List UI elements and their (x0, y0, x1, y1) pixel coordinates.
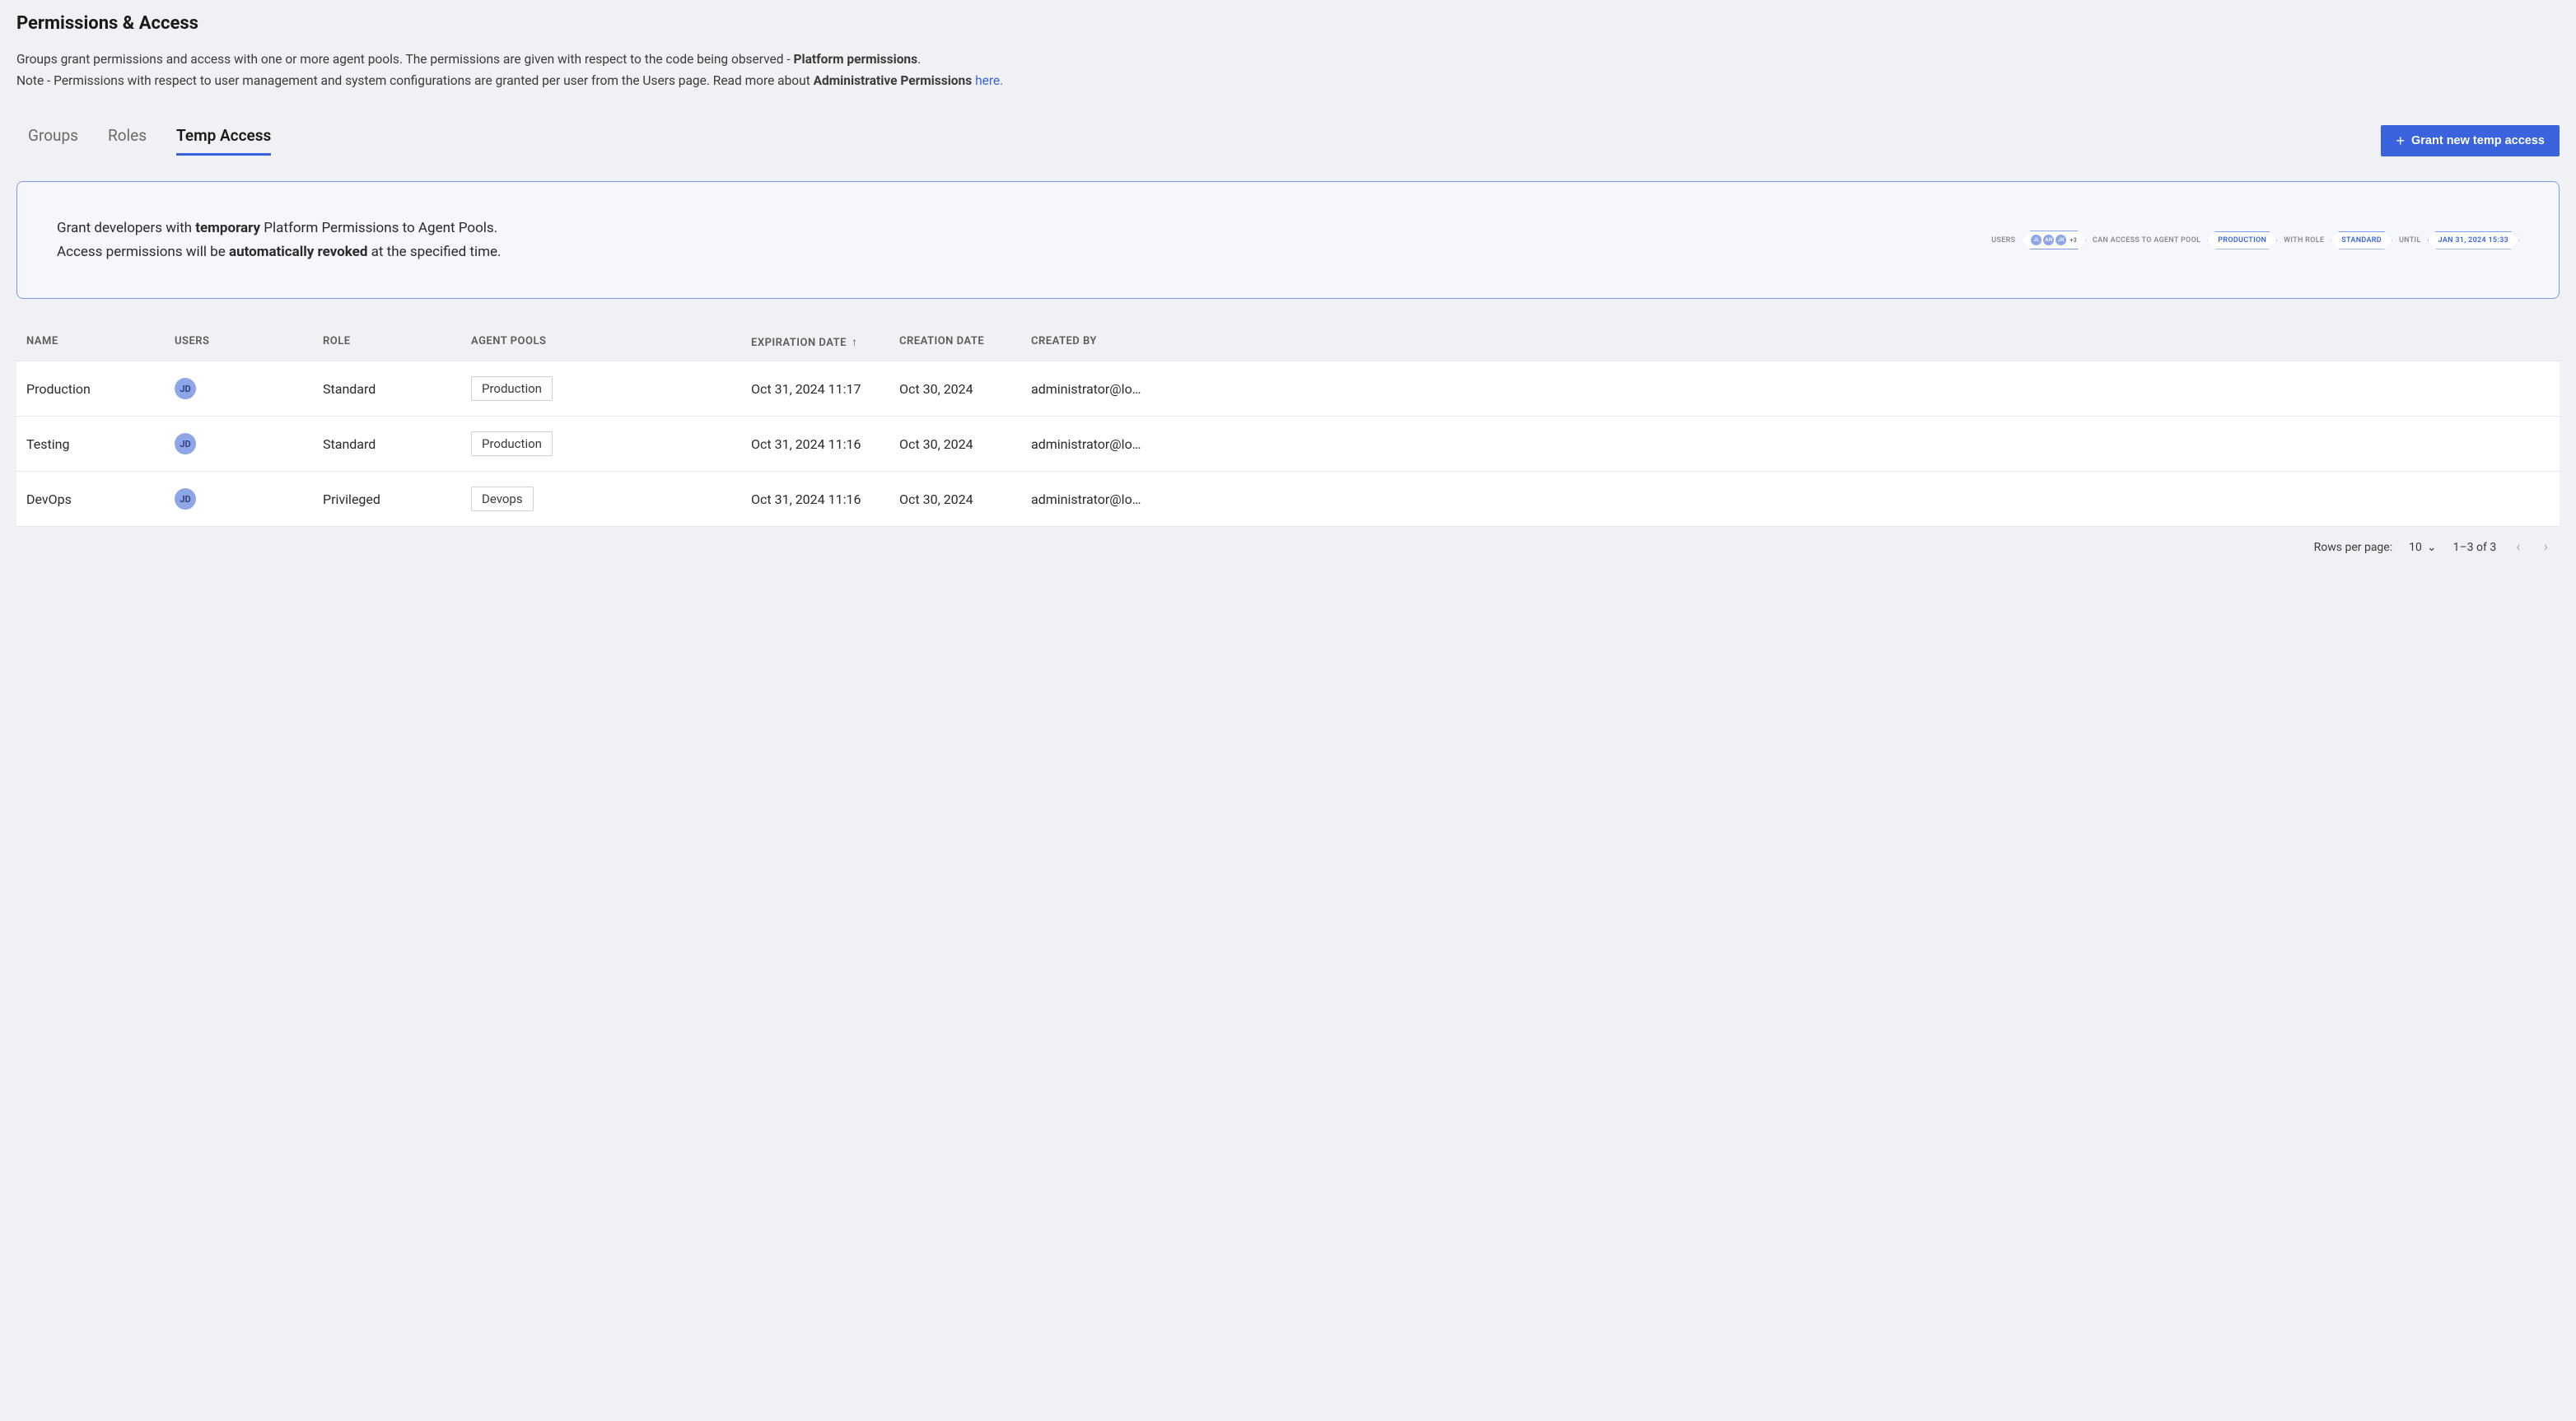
cell-agent-pools: Devops (471, 487, 751, 511)
intro-line1-a: Groups grant permissions and access with… (16, 52, 793, 67)
cell-agent-pools: Production (471, 431, 751, 456)
user-avatar-icon: JD (175, 433, 196, 454)
cell-users: JD (175, 378, 323, 399)
cell-agent-pools: Production (471, 376, 751, 401)
cell-created-by: administrator@lo… (1031, 492, 2550, 507)
table-row[interactable]: Testing JD Standard Production Oct 31, 2… (16, 416, 2560, 471)
cell-role: Standard (323, 436, 471, 452)
diagram-role-hex: STANDARD (2331, 231, 2392, 249)
cell-created-by: administrator@lo… (1031, 381, 2550, 397)
info-diagram: USERS JL AN JK +3 CAN ACCESS TO AGENT PO… (1991, 231, 2519, 249)
col-created-by[interactable]: CREATED BY (1031, 335, 2550, 349)
cell-expiration: Oct 31, 2024 11:16 (751, 492, 899, 507)
col-users[interactable]: USERS (175, 335, 323, 349)
avatar-icon: JL (2031, 235, 2042, 245)
diagram-time-hex: JAN 31, 2024 15:33 (2428, 231, 2519, 249)
intro-line1-c: . (917, 52, 921, 67)
rows-per-page-select[interactable]: 10 ⌄ (2409, 541, 2436, 554)
info-t1a: Grant developers with (57, 220, 195, 236)
intro-text: Groups grant permissions and access with… (16, 49, 2560, 92)
pagination: Rows per page: 10 ⌄ 1–3 of 3 ‹ › (16, 527, 2560, 559)
table-row[interactable]: Production JD Standard Production Oct 31… (16, 361, 2560, 416)
grant-temp-access-button[interactable]: + Grant new temp access (2381, 125, 2560, 156)
page-title: Permissions & Access (16, 13, 2560, 34)
info-t1b: temporary (195, 220, 260, 236)
diagram-until: UNTIL (2399, 236, 2421, 245)
table-row[interactable]: DevOps JD Privileged Devops Oct 31, 2024… (16, 471, 2560, 527)
tab-roles[interactable]: Roles (108, 126, 147, 156)
cell-role: Privileged (323, 492, 471, 507)
diagram-pool-hex: PRODUCTION (2207, 231, 2277, 249)
pool-chip: Production (471, 431, 553, 456)
info-t2a: Access permissions will be (57, 244, 229, 260)
info-t1c: Platform Permissions to Agent Pools. (260, 220, 497, 236)
cell-creation: Oct 30, 2024 (899, 492, 1031, 507)
col-agent-pools[interactable]: AGENT POOLS (471, 335, 751, 349)
col-role[interactable]: ROLE (323, 335, 471, 349)
info-card: Grant developers with temporary Platform… (16, 181, 2560, 300)
info-text: Grant developers with temporary Platform… (57, 217, 502, 264)
user-avatar-icon: JD (175, 488, 196, 510)
table-header: NAME USERS ROLE AGENT POOLS EXPIRATION D… (16, 324, 2560, 361)
info-t2c: at the specified time. (367, 244, 501, 260)
diagram-users-hex: JL AN JK +3 (2022, 231, 2085, 249)
rows-per-page-label: Rows per page: (2314, 541, 2392, 554)
cell-expiration: Oct 31, 2024 11:17 (751, 381, 899, 397)
avatar-more: +3 (2070, 237, 2076, 244)
diagram-with-role: WITH ROLE (2284, 236, 2324, 245)
intro-link[interactable]: here. (972, 73, 1003, 88)
cell-users: JD (175, 433, 323, 454)
diagram-users-label: USERS (1991, 236, 2015, 245)
intro-line2-bold: Administrative Permissions (814, 73, 973, 88)
temp-access-table: NAME USERS ROLE AGENT POOLS EXPIRATION D… (16, 324, 2560, 527)
cell-created-by: administrator@lo… (1031, 436, 2550, 452)
rows-per-page-value: 10 (2409, 541, 2422, 554)
cell-expiration: Oct 31, 2024 11:16 (751, 436, 899, 452)
cell-role: Standard (323, 381, 471, 397)
cell-creation: Oct 30, 2024 (899, 381, 1031, 397)
info-t2b: automatically revoked (229, 244, 367, 260)
page-next-button[interactable]: › (2541, 538, 2551, 556)
user-avatar-icon: JD (175, 378, 196, 399)
plus-icon: + (2396, 133, 2405, 148)
col-expiration[interactable]: EXPIRATION DATE ↑ (751, 335, 899, 349)
grant-button-label: Grant new temp access (2411, 134, 2545, 147)
pool-chip: Devops (471, 487, 534, 511)
col-expiration-label: EXPIRATION DATE (751, 337, 847, 349)
tab-temp-access[interactable]: Temp Access (176, 126, 271, 156)
diagram-can-access: CAN ACCESS TO AGENT POOL (2093, 236, 2200, 245)
tabs: Groups Roles Temp Access (16, 126, 271, 156)
cell-users: JD (175, 488, 323, 510)
cell-creation: Oct 30, 2024 (899, 436, 1031, 452)
page-prev-button[interactable]: ‹ (2513, 538, 2523, 556)
cell-name: DevOps (26, 492, 175, 507)
tab-groups[interactable]: Groups (28, 126, 78, 156)
intro-line1-bold: Platform permissions (793, 52, 917, 67)
cell-name: Production (26, 381, 175, 397)
col-name[interactable]: NAME (26, 335, 175, 349)
col-creation[interactable]: CREATION DATE (899, 335, 1031, 349)
avatar-icon: AN (2043, 235, 2054, 245)
pool-chip: Production (471, 376, 553, 401)
page-range: 1–3 of 3 (2453, 541, 2497, 554)
avatar-icon: JK (2056, 235, 2066, 245)
intro-line2-a: Note - Permissions with respect to user … (16, 73, 814, 88)
sort-asc-icon: ↑ (852, 336, 858, 349)
cell-name: Testing (26, 436, 175, 452)
chevron-down-icon: ⌄ (2427, 541, 2437, 554)
